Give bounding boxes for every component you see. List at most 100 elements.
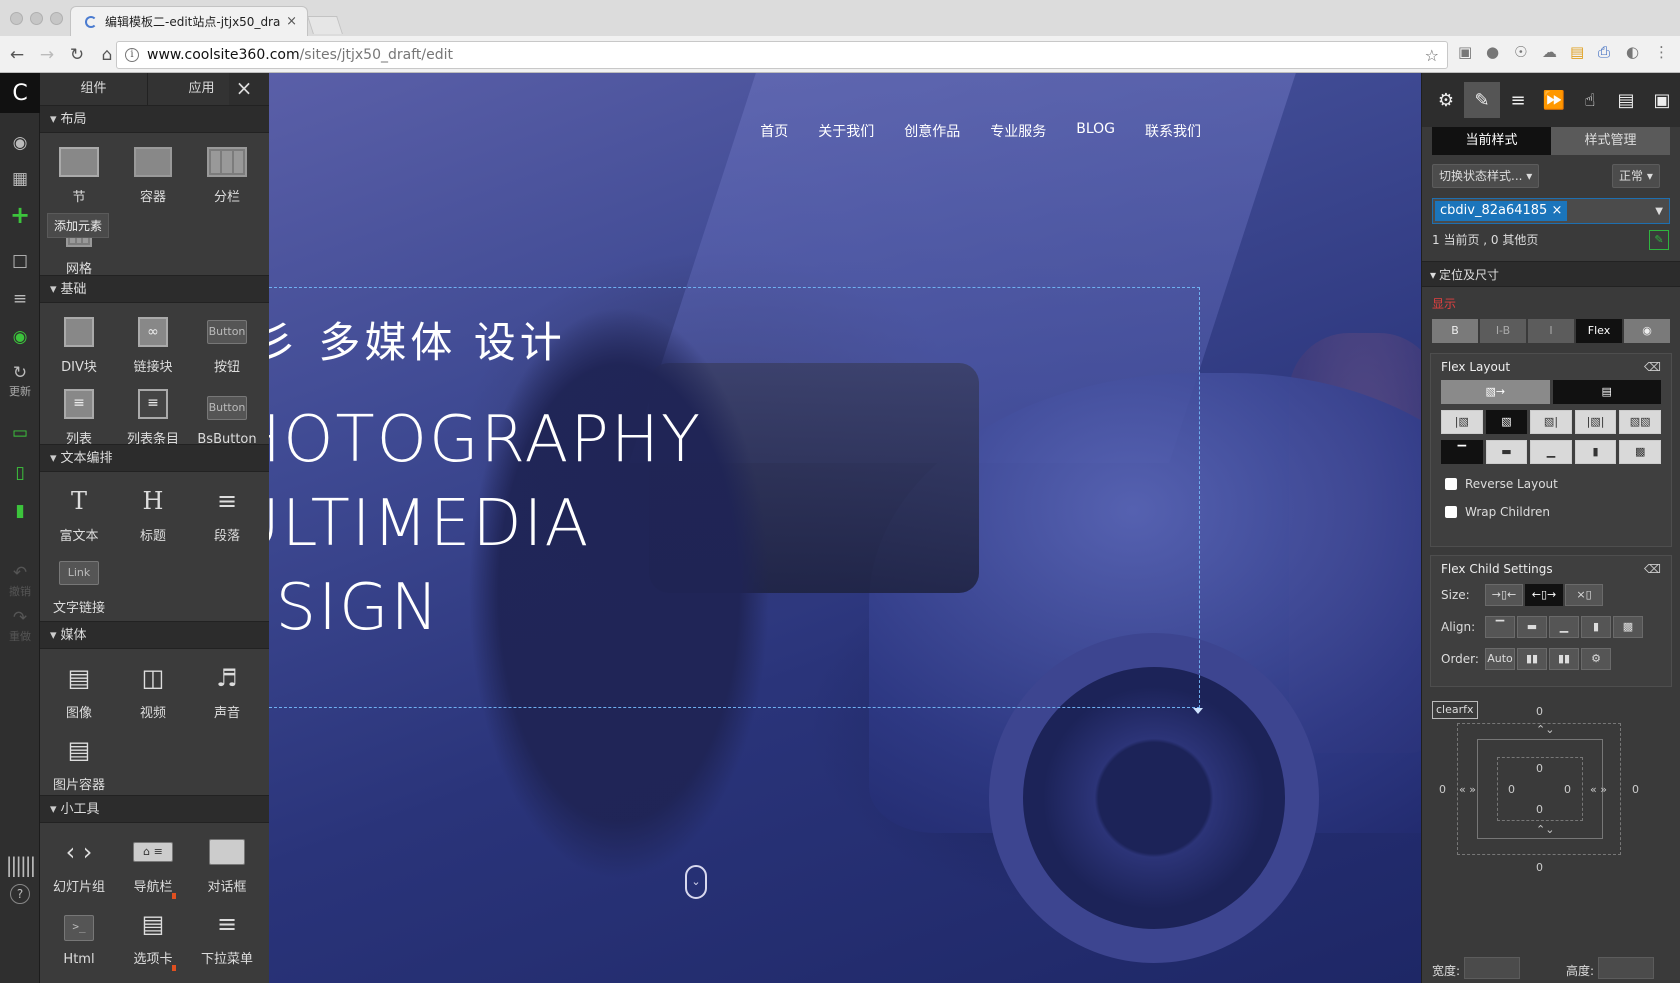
trash-icon[interactable]: ⌫	[1644, 556, 1661, 582]
cube-icon[interactable]: ▣	[1644, 82, 1680, 118]
component-dialog[interactable]: 对话框	[190, 827, 264, 899]
layers-icon[interactable]: ▦	[0, 169, 40, 189]
padding-left-value[interactable]: 0	[1508, 783, 1515, 796]
window-minimize-dot[interactable]	[30, 12, 43, 25]
design-canvas[interactable]: 首页 关于我们 创意作品 专业服务 BLOG 联系我们 彡 多媒体 设计 HOT…	[269, 73, 1421, 983]
self-middle-icon[interactable]: ▬	[1517, 616, 1547, 638]
component-div-block[interactable]: DIV块	[42, 307, 116, 379]
component-dropdown[interactable]: ≡ 下拉菜单	[190, 899, 264, 971]
printer-icon[interactable]: ⎙	[1598, 43, 1610, 61]
tab-current-style[interactable]: 当前样式	[1432, 127, 1551, 155]
component-navbar[interactable]: ⌂ ≡ 导航栏	[116, 827, 190, 899]
reverse-layout-checkbox[interactable]: Reverse Layout	[1431, 470, 1671, 498]
edit-icon[interactable]: ✎	[1649, 230, 1669, 250]
component-text-link[interactable]: Link 文字链接	[42, 548, 116, 620]
margin-left-arrows-icon[interactable]: « »	[1459, 783, 1476, 796]
self-stretch-icon[interactable]: ▮	[1581, 616, 1611, 638]
size-none-icon[interactable]: ×▯	[1565, 584, 1603, 606]
align-baseline-icon[interactable]: ▩	[1619, 440, 1661, 464]
component-video[interactable]: ◫ 视频	[116, 653, 190, 725]
notes-icon[interactable]: ▤	[1570, 43, 1584, 61]
justify-end-icon[interactable]: ▧|	[1530, 410, 1572, 434]
info-icon[interactable]: i	[125, 48, 139, 62]
order-auto[interactable]: Auto	[1485, 648, 1515, 670]
class-chip[interactable]: cbdiv_82a64185 ×	[1435, 201, 1568, 221]
wrap-children-checkbox[interactable]: Wrap Children	[1431, 498, 1671, 526]
component-columns[interactable]: 分栏	[190, 137, 264, 209]
component-tabs[interactable]: ▤ 选项卡	[116, 899, 190, 971]
margin-right-value[interactable]: 0	[1632, 783, 1639, 796]
site-nav-home[interactable]: 首页	[760, 121, 788, 141]
justify-between-icon[interactable]: |▧|	[1574, 410, 1617, 434]
section-layout[interactable]: 布局	[40, 105, 269, 133]
component-link-block[interactable]: ∞ 链接块	[116, 307, 190, 379]
menu-icon[interactable]: ⋮	[1654, 43, 1669, 61]
margin-top-value[interactable]: 0	[1536, 705, 1543, 718]
save-icon[interactable]: ◉	[0, 327, 40, 347]
width-input[interactable]	[1464, 957, 1520, 979]
align-top-icon[interactable]: ▔	[1441, 440, 1483, 464]
preview-eye-icon[interactable]: ◉	[0, 133, 40, 153]
margin-up-arrows-icon[interactable]: ⌃⌄	[1536, 723, 1554, 736]
undo-button[interactable]: ↶ 撤销	[0, 563, 40, 599]
address-bar[interactable]: i www.coolsite360.com /sites/jtjx50_draf…	[116, 41, 1448, 69]
class-selector[interactable]: cbdiv_82a64185 × ▼	[1432, 198, 1670, 224]
cloud-icon[interactable]: ☁	[1542, 43, 1557, 61]
order-last-icon[interactable]: ▮▮	[1549, 648, 1579, 670]
align-bottom-icon[interactable]: ▁	[1530, 440, 1572, 464]
tab-close-icon[interactable]: ×	[286, 14, 297, 29]
shield-icon[interactable]: ☉	[1514, 43, 1527, 61]
section-position-size[interactable]: 定位及尺寸	[1422, 261, 1680, 287]
component-slider[interactable]: ‹ › 幻灯片组	[42, 827, 116, 899]
padding-top-value[interactable]: 0	[1536, 762, 1543, 775]
help-icon[interactable]: ?	[10, 884, 30, 904]
update-button[interactable]: ↻ 更新	[0, 363, 40, 399]
window-zoom-dot[interactable]	[50, 12, 63, 25]
component-container[interactable]: 容器	[116, 137, 190, 209]
justify-around-icon[interactable]: ▧▧	[1619, 410, 1661, 434]
component-list-item[interactable]: ≡ 列表条目	[116, 379, 190, 451]
display-none-eye-icon[interactable]: ◉	[1624, 319, 1670, 343]
margin-left-value[interactable]: 0	[1439, 783, 1446, 796]
browser-tab[interactable]: 编辑模板二-edit站点-jtjx50_dra ×	[70, 6, 308, 36]
section-widgets[interactable]: 小工具	[40, 795, 269, 823]
add-element-icon[interactable]: +	[0, 201, 40, 229]
menu-lines-icon[interactable]: ≡	[1500, 82, 1536, 118]
back-icon[interactable]: ←	[4, 42, 30, 68]
display-inline[interactable]: I	[1528, 319, 1574, 343]
window-close-dot[interactable]	[10, 12, 23, 25]
site-nav-services[interactable]: 专业服务	[990, 121, 1046, 141]
padding-right-value[interactable]: 0	[1564, 783, 1571, 796]
margin-down-arrows-icon[interactable]: ⌃⌄	[1536, 823, 1554, 836]
new-tab-button[interactable]	[307, 16, 343, 34]
size-shrink-icon[interactable]: →▯←	[1485, 584, 1523, 606]
selection-handle[interactable]	[1193, 708, 1203, 714]
component-bsbutton[interactable]: Button BsButton	[190, 379, 264, 451]
extension-2-icon[interactable]: ◐	[1626, 43, 1639, 61]
component-paragraph[interactable]: ≡ 段落	[190, 476, 264, 548]
extension-icon[interactable]: ●	[1486, 43, 1499, 61]
site-nav-blog[interactable]: BLOG	[1076, 121, 1115, 141]
tablet-view-icon[interactable]: ▯	[0, 463, 40, 483]
justify-start-icon[interactable]: |▧	[1441, 410, 1483, 434]
component-audio[interactable]: ♬ 声音	[190, 653, 264, 725]
tab-style-manager[interactable]: 样式管理	[1551, 127, 1670, 155]
direction-vertical-icon[interactable]: ▤	[1552, 380, 1661, 404]
forward-icon[interactable]: →	[34, 42, 60, 68]
hand-pointer-icon[interactable]: ☝	[1572, 82, 1608, 118]
self-top-icon[interactable]: ▔	[1485, 616, 1515, 638]
direction-horizontal-icon[interactable]: ▧→	[1441, 380, 1550, 404]
text-list-icon[interactable]: ≡	[0, 289, 40, 309]
drawer-icon[interactable]: ▤	[1608, 82, 1644, 118]
component-rich-text[interactable]: T 富文本	[42, 476, 116, 548]
height-input[interactable]	[1598, 957, 1654, 979]
margin-right-arrows-icon[interactable]: « »	[1590, 783, 1607, 796]
align-middle-icon[interactable]: ▬	[1485, 440, 1528, 464]
site-nav-contact[interactable]: 联系我们	[1145, 121, 1201, 141]
tab-components[interactable]: 组件	[40, 73, 148, 105]
clearfix-badge[interactable]: clearfx	[1432, 701, 1478, 719]
redo-button[interactable]: ↷ 重做	[0, 608, 40, 644]
component-html[interactable]: >_ Html	[42, 899, 116, 971]
display-flex[interactable]: Flex	[1576, 319, 1622, 343]
padding-bottom-value[interactable]: 0	[1536, 803, 1543, 816]
